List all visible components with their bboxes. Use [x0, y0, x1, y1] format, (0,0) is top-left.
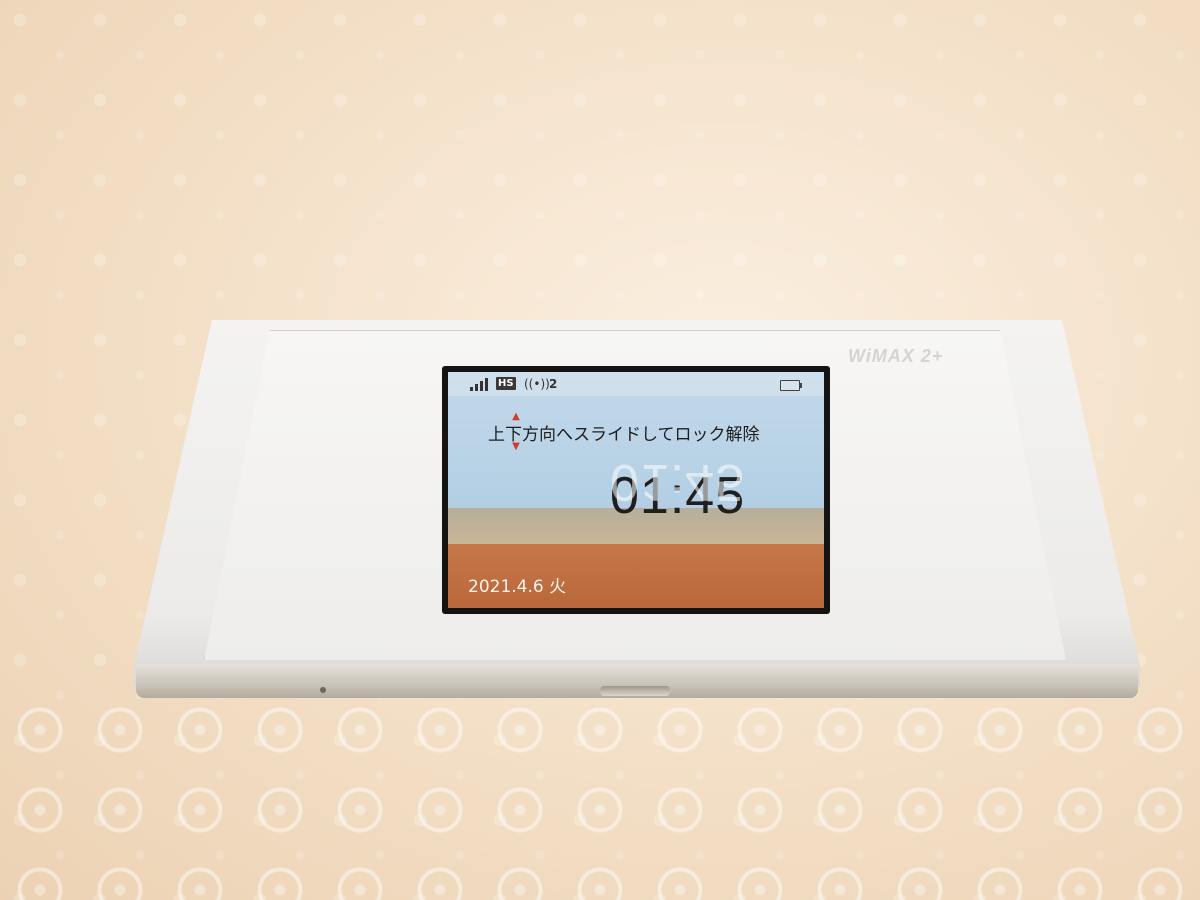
lock-screen-date: 2021.4.6 火 [468, 577, 567, 597]
lock-screen[interactable]: HS ((•)) 2 ▲ ▼ 上下方向へスライドしてロック解除 01:45 01:… [448, 372, 824, 608]
reset-pinhole [320, 687, 326, 693]
status-bar: HS ((•)) 2 [448, 372, 824, 396]
brand-logo: WiMAX 2+ [848, 346, 944, 366]
wifi-broadcast-icon: ((•)) [524, 377, 550, 391]
wifi-router-device: WiMAX 2+ HS ((•)) 2 ▲ ▼ 上下方向へスライドしてロック解除 … [134, 320, 1140, 698]
unlock-instruction: 上下方向へスライドしてロック解除 [488, 425, 760, 445]
signal-bars-icon [470, 378, 492, 391]
hs-mode-badge: HS [496, 377, 516, 390]
battery-icon [780, 380, 802, 391]
connected-clients-count: 2 [549, 377, 558, 391]
lace-tablecloth-border [0, 690, 1200, 900]
clock-reflection: 01:45 [610, 453, 746, 511]
usb-port [600, 686, 670, 696]
touch-screen-bezel: HS ((•)) 2 ▲ ▼ 上下方向へスライドしてロック解除 01:45 01:… [442, 366, 830, 614]
